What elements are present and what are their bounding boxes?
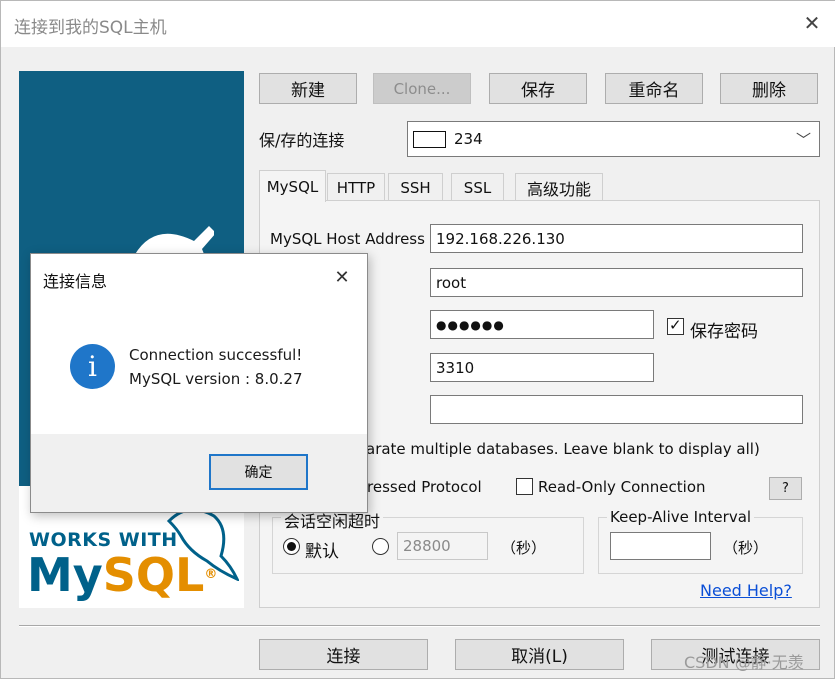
dialog-body: 连接信息 ✕ i Connection successful! MySQL ve… <box>31 254 367 434</box>
password-input[interactable]: ●●●●●● <box>430 310 654 339</box>
saved-connection-label: 保/存的连接 <box>259 131 345 150</box>
info-icon: i <box>70 344 115 389</box>
window-close-button[interactable]: ✕ <box>798 9 826 37</box>
dialog-message-line2: MySQL version : 8.0.27 <box>129 370 303 388</box>
database-input[interactable] <box>430 395 803 424</box>
check-icon: ✓ <box>669 316 682 334</box>
port-input[interactable]: 3310 <box>430 353 654 382</box>
session-unit-label: （秒） <box>501 539 547 557</box>
save-password-label: 保存密码 <box>690 322 758 342</box>
tab-ssh[interactable]: SSH <box>388 173 443 201</box>
info-icon-glyph: i <box>88 350 97 383</box>
compressed-protocol-label: ressed Protocol <box>367 478 482 496</box>
delete-button[interactable]: 删除 <box>720 73 818 104</box>
keepalive-unit-label: （秒） <box>723 539 769 557</box>
watermark: CSDN @静·无羡 <box>684 653 804 672</box>
help-question-button[interactable]: ? <box>769 477 802 500</box>
mysql-logo-sql: SQL <box>102 548 205 602</box>
keepalive-input[interactable] <box>610 532 711 560</box>
clone-button[interactable]: Clone... <box>373 73 471 104</box>
session-default-radio[interactable] <box>283 538 300 555</box>
session-timeout-input[interactable]: 28800 <box>397 532 488 560</box>
window-title: 连接到我的SQL主机 <box>14 18 167 38</box>
need-help-link[interactable]: Need Help? <box>700 581 792 600</box>
database-hint: arate multiple databases. Leave blank to… <box>366 440 760 458</box>
rename-button[interactable]: 重命名 <box>605 73 703 104</box>
session-custom-radio[interactable] <box>372 538 389 555</box>
connect-button[interactable]: 连接 <box>259 639 428 670</box>
keepalive-title: Keep-Alive Interval <box>607 508 755 526</box>
save-button[interactable]: 保存 <box>489 73 587 104</box>
title-bar: 连接到我的SQL主机 ✕ <box>1 1 835 47</box>
connection-info-dialog: 连接信息 ✕ i Connection successful! MySQL ve… <box>30 253 368 513</box>
radio-dot <box>287 542 296 551</box>
connection-color-swatch <box>413 130 446 148</box>
tab-advanced[interactable]: 高级功能 <box>515 173 603 201</box>
tab-mysql[interactable]: MySQL <box>259 170 326 202</box>
dialog-ok-button[interactable]: 确定 <box>209 454 308 490</box>
readonly-checkbox[interactable] <box>516 478 533 495</box>
new-button[interactable]: 新建 <box>259 73 357 104</box>
close-icon: ✕ <box>334 266 350 288</box>
session-default-label: 默认 <box>305 542 339 562</box>
dialog-message-line1: Connection successful! <box>129 346 303 364</box>
close-icon: ✕ <box>803 11 821 35</box>
mysql-logo: MySQL® <box>27 549 217 601</box>
host-input[interactable]: 192.168.226.130 <box>430 224 803 253</box>
mysql-logo-my: My <box>27 548 103 602</box>
saved-connection-value: 234 <box>454 130 483 148</box>
chevron-down-icon: ﹀ <box>795 131 811 149</box>
cancel-button[interactable]: 取消(L) <box>455 639 624 670</box>
footer-divider-highlight <box>19 626 820 627</box>
dialog-close-button[interactable]: ✕ <box>329 264 355 290</box>
dialog-title: 连接信息 <box>43 272 108 291</box>
saved-connection-select[interactable]: 234 ﹀ <box>407 121 820 157</box>
user-input[interactable]: root <box>430 268 803 297</box>
save-password-checkbox[interactable]: ✓ <box>667 316 684 335</box>
tab-ssl[interactable]: SSL <box>451 173 504 201</box>
host-label: MySQL Host Address <box>270 230 425 248</box>
readonly-label: Read-Only Connection <box>538 478 706 496</box>
mysql-logo-reg: ® <box>204 567 218 582</box>
tab-http[interactable]: HTTP <box>327 173 385 201</box>
